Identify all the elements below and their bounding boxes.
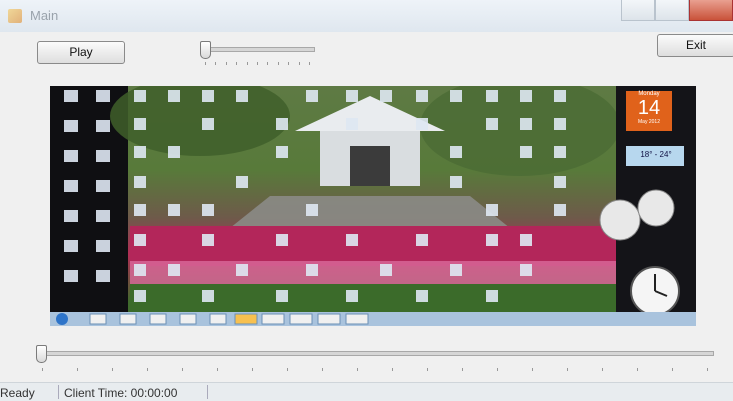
maximize-button[interactable] [655, 0, 689, 21]
volume-slider-track[interactable] [203, 47, 315, 52]
title-bar: Main [0, 0, 733, 32]
start-orb-icon [56, 313, 68, 325]
status-ready: Ready [0, 386, 35, 400]
gazebo-door [350, 146, 390, 186]
status-bar: Ready Client Time: 00:00:00 [0, 382, 733, 401]
desktop-scene [50, 86, 696, 326]
status-separator [207, 385, 208, 399]
window-title: Main [30, 8, 59, 23]
seek-slider-thumb[interactable] [36, 345, 47, 363]
seek-slider-track[interactable] [40, 351, 714, 356]
calendar-widget: Monday 14 May 2012 [626, 91, 672, 125]
calendar-month-year: May 2012 [638, 119, 660, 125]
status-separator [58, 385, 59, 399]
minimize-button[interactable] [621, 0, 655, 21]
tulip-bed-pink [130, 261, 670, 286]
seek-slider-ticks [42, 368, 708, 371]
volume-slider-thumb[interactable] [200, 41, 211, 59]
window-buttons [621, 0, 733, 21]
calendar-day: 14 [637, 97, 661, 119]
app-icon [8, 9, 22, 23]
cpu-meter-gadget [599, 199, 641, 241]
exit-button[interactable]: Exit [657, 34, 733, 57]
status-client-time: Client Time: 00:00:00 [64, 386, 178, 400]
close-button[interactable] [689, 0, 733, 21]
volume-slider-ticks [205, 62, 310, 65]
play-button[interactable]: Play [37, 41, 125, 64]
video-frame[interactable]: Monday 14 May 2012 18° - 24° [50, 86, 696, 326]
weather-text: 18° - 24° [640, 150, 672, 159]
taskbar [50, 312, 696, 326]
